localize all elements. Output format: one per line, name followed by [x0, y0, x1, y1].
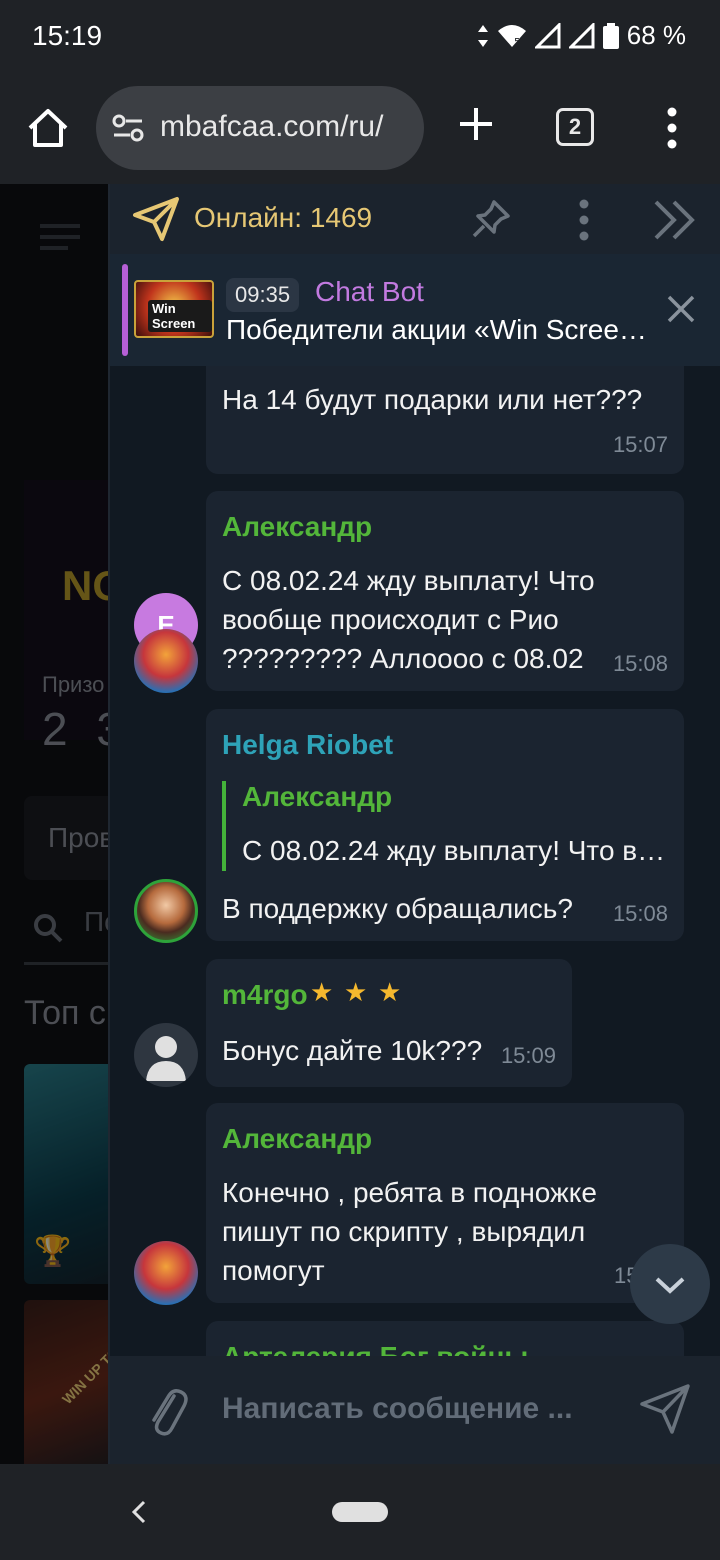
tab-switcher-button[interactable]: 2 — [556, 108, 594, 146]
star-icon: ★ — [344, 977, 368, 1007]
battery-level: 68 % — [626, 20, 686, 50]
message-author[interactable]: Helga Riobet — [222, 729, 393, 761]
message-author[interactable]: Александр — [222, 1123, 372, 1155]
message-line: Конечно , ребята в подножке — [222, 1177, 597, 1208]
quote-author: Александр — [242, 781, 393, 812]
message-author[interactable]: m4rgo — [222, 979, 308, 1011]
pinned-accent-bar — [122, 264, 128, 356]
data-arrows-icon — [477, 24, 488, 47]
home-icon[interactable] — [22, 102, 74, 154]
status-time: 15:19 — [32, 20, 103, 51]
message-line: С 08.02.24 жду выплату! Что — [222, 565, 595, 596]
telegram-send-icon — [133, 197, 179, 241]
star-icon: ★ — [378, 977, 402, 1007]
more-vert-icon[interactable] — [662, 106, 682, 150]
message-5: Александр Конечно , ребята в подножке пи… — [206, 1103, 684, 1303]
message-6: Артелерия Бог войны — [206, 1321, 684, 1356]
message-text: Конечно , ребята в подножке пишут по скр… — [222, 1173, 597, 1290]
signal-icon-2 — [568, 22, 595, 48]
quoted-message[interactable]: Александр С 08.02.24 жду выплату! Что в… — [222, 781, 672, 871]
signal-icon — [534, 22, 561, 48]
message-line: помогут — [222, 1255, 325, 1286]
status-bar: 15:19 5 68 % — [0, 0, 720, 72]
star-icon: ★ — [310, 977, 334, 1007]
message-composer: Написать сообщение ... — [110, 1356, 720, 1464]
message-line: ????????? Аллоооо с 08.02 — [222, 643, 584, 674]
browser-toolbar: mbafcaa.com/ru/ 2 — [0, 72, 720, 184]
send-icon[interactable] — [638, 1382, 692, 1436]
message-4: m4rgo ★ ★ ★ Бонус дайте 10k??? 15:09 — [206, 959, 572, 1087]
new-tab-icon[interactable] — [456, 104, 496, 144]
message-time: 15:08 — [612, 901, 668, 926]
message-text: На 14 будут подарки или нет??? — [222, 384, 643, 415]
battery-icon — [602, 22, 619, 49]
quote-text: С 08.02.24 жду выплату! Что в… — [242, 835, 666, 866]
thumbnail-label: Win Screen — [148, 300, 212, 332]
avatar-lion[interactable] — [134, 1241, 198, 1305]
site-settings-icon[interactable] — [112, 114, 144, 142]
online-count: Онлайн: 1469 — [194, 202, 373, 233]
message-text: С 08.02.24 жду выплату! Что вообще проис… — [222, 561, 595, 678]
message-time: 15:09 — [500, 1043, 556, 1068]
chat-panel: Онлайн: 1469 Win Screen 09:35 Chat Bot П… — [108, 184, 720, 1464]
avatar-helga[interactable] — [134, 879, 198, 943]
pinned-text: Победители акции «Win Screen… — [226, 314, 656, 345]
message-line: вообще происходит с Рио — [222, 604, 559, 635]
system-nav-bar — [0, 1464, 720, 1560]
collapse-chat-icon[interactable] — [652, 198, 698, 242]
message-time: 15:07 — [612, 432, 668, 457]
message-2: Александр С 08.02.24 жду выплату! Что во… — [206, 491, 684, 691]
message-input[interactable]: Написать сообщение ... — [222, 1392, 573, 1426]
message-author[interactable]: Александр — [222, 511, 372, 543]
message-1: На 14 будут подарки или нет??? 15:07 — [206, 366, 684, 474]
message-list[interactable]: На 14 будут подарки или нет??? 15:07 E А… — [110, 366, 720, 1356]
message-text: Бонус дайте 10k??? — [222, 1035, 483, 1066]
url-text[interactable]: mbafcaa.com/ru/ — [160, 110, 410, 144]
wifi-icon: 5 — [497, 24, 526, 48]
chevron-down-icon — [655, 1277, 685, 1294]
message-author[interactable]: Артелерия Бог войны — [222, 1341, 528, 1356]
message-time: 15:08 — [612, 651, 668, 676]
home-gesture-pill[interactable] — [332, 1502, 388, 1522]
paperclip-icon[interactable] — [144, 1382, 190, 1438]
pinned-thumbnail: Win Screen — [134, 280, 214, 338]
message-3: Helga Riobet Александр С 08.02.24 жду вы… — [206, 709, 684, 941]
user-silhouette-icon — [146, 1036, 186, 1081]
message-text: В поддержку обращались? — [222, 893, 573, 924]
chat-menu-icon[interactable] — [576, 198, 592, 242]
avatar-lion[interactable] — [134, 629, 198, 693]
svg-text:5: 5 — [514, 37, 520, 48]
pin-icon[interactable] — [470, 198, 512, 240]
screen: 15:19 5 68 % mbafcaa.com/ru/ 2 NO Призо … — [0, 0, 720, 1560]
chat-header: Онлайн: 1469 — [110, 184, 720, 254]
pinned-message[interactable]: Win Screen 09:35 Chat Bot Победители акц… — [110, 254, 720, 366]
message-line: пишут по скрипту , вырядил — [222, 1216, 586, 1247]
avatar-default[interactable] — [134, 1023, 198, 1087]
url-bar[interactable]: mbafcaa.com/ru/ — [96, 86, 424, 170]
scroll-down-button[interactable] — [630, 1244, 710, 1324]
status-icons: 5 68 % — [477, 20, 686, 51]
close-icon[interactable] — [666, 294, 696, 324]
pinned-time: 09:35 — [226, 278, 300, 312]
back-icon[interactable] — [126, 1494, 150, 1530]
pinned-author: Chat Bot — [315, 276, 424, 307]
